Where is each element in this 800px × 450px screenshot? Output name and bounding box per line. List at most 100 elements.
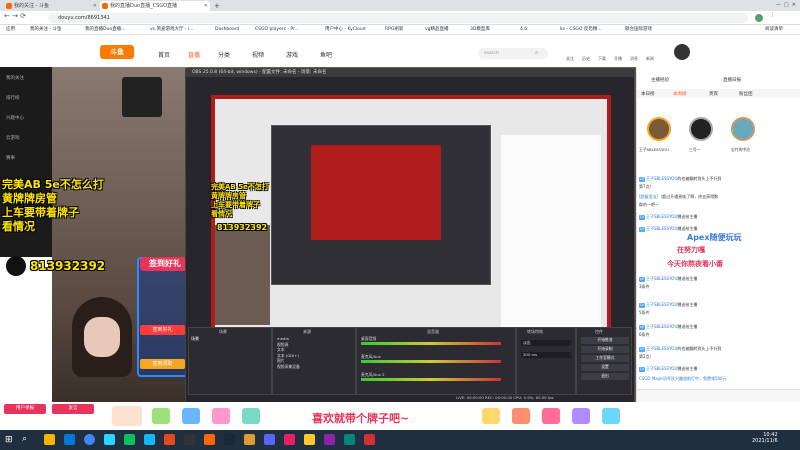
bookmark-item[interactable]: 联合国际游戏 <box>625 26 652 34</box>
exit-button[interactable]: 退出 <box>581 373 629 380</box>
gift-item[interactable] <box>182 408 200 424</box>
app-icon[interactable] <box>204 434 215 445</box>
gift-item[interactable] <box>602 408 620 424</box>
anchor-exp[interactable]: 主播经验 <box>651 77 669 83</box>
gift-item[interactable] <box>112 406 142 426</box>
windows-start-icon[interactable]: ⊞ <box>5 435 13 445</box>
sidebar-item-events[interactable]: 赛事 <box>6 155 15 161</box>
gift-item[interactable] <box>542 408 560 424</box>
claim-button[interactable]: 签到领取 <box>140 359 185 369</box>
controls-panel[interactable]: 控件 开始推流 开始录制 工作室模式 设置 退出 <box>576 327 632 395</box>
report-button[interactable]: 用户举报 <box>4 404 46 414</box>
header-message[interactable]: 消息 <box>630 56 638 62</box>
douyu-logo[interactable]: 斗鱼 <box>100 45 134 59</box>
search-icon[interactable]: ⌕ <box>22 434 27 444</box>
user-avatar[interactable] <box>674 44 690 60</box>
speak-button[interactable]: 发言 <box>52 404 94 414</box>
window-controls[interactable]: — □ ✕ <box>776 2 796 8</box>
sources-list[interactable]: media 视频源 文本 文本 (GDI+) 图片 视频采集设备 <box>277 336 300 369</box>
clock[interactable]: 10:42 2021/11/6 <box>752 432 778 444</box>
gift-item[interactable] <box>512 408 530 424</box>
gift-item[interactable] <box>242 408 260 424</box>
duration-input[interactable]: 300 ms <box>521 352 571 358</box>
app-icon[interactable] <box>344 434 355 445</box>
url-field[interactable]: douyu.com/8691341 <box>48 13 748 23</box>
bookmark-item[interactable]: Dashboard <box>215 26 239 34</box>
bookmark-item[interactable]: ks - CSGO 反恐精... <box>560 26 602 34</box>
app-icon[interactable] <box>324 434 335 445</box>
rank-avatar[interactable] <box>689 117 713 141</box>
transition-panel[interactable]: 转场特效 淡出 300 ms <box>516 327 576 395</box>
streamer-avatar[interactable] <box>122 77 162 117</box>
gift-item[interactable] <box>212 408 230 424</box>
obs-icon[interactable] <box>184 434 195 445</box>
menu-icon[interactable]: ⋮ <box>770 12 775 18</box>
scenes-panel[interactable]: 场景 场景 <box>188 327 272 395</box>
qq-icon[interactable] <box>144 434 155 445</box>
explorer-icon[interactable] <box>44 434 55 445</box>
studio-mode-button[interactable]: 工作室模式 <box>581 355 629 362</box>
steam-icon[interactable] <box>224 434 235 445</box>
app-icon[interactable] <box>104 434 115 445</box>
bookmark-item[interactable]: vs.简爱游戏大厅 - i... <box>150 26 193 34</box>
new-tab-button[interactable]: + <box>212 1 224 11</box>
bookmark-item[interactable]: 3D模型库 <box>470 26 490 34</box>
start-recording-button[interactable]: 开始录制 <box>581 346 629 353</box>
wechat-icon[interactable] <box>124 434 135 445</box>
rank-avatar[interactable] <box>731 117 755 141</box>
tab-weekly[interactable]: 本周榜 <box>673 91 687 97</box>
mail-icon[interactable] <box>64 434 75 445</box>
tab-daily[interactable]: 本日榜 <box>641 91 655 97</box>
nav-buttons[interactable]: ← → ⟳ <box>4 12 26 20</box>
bookmark-item[interactable]: 我的直播Duo直播... <box>85 26 125 34</box>
sidebar-item-cloud[interactable]: 云游戏 <box>6 135 20 141</box>
mixer-panel[interactable]: 混音器 桌面音频 麦克风/Aux 麦克风/Aux 2 <box>356 327 516 395</box>
sidebar-item-rank[interactable]: 排行榜 <box>6 95 20 101</box>
bookmark-item[interactable]: vg精品直播 <box>425 26 449 34</box>
sign-in-button[interactable]: 签到好礼 <box>140 325 185 335</box>
tab-following[interactable]: 我的关注 - 斗鱼 ✕ <box>4 1 99 11</box>
header-history[interactable]: 历史 <box>582 56 590 62</box>
bookmark-item[interactable]: CSGO players - Pr... <box>255 26 299 34</box>
sidebar-item-follow[interactable]: 我的关注 <box>6 75 24 81</box>
app-icon[interactable] <box>364 434 375 445</box>
bookmark-item[interactable]: 阅读清单 <box>765 26 783 34</box>
source-item[interactable]: 视频采集设备 <box>277 364 300 370</box>
gift-item[interactable] <box>482 408 500 424</box>
nav-category[interactable]: 分类 <box>218 50 230 59</box>
close-icon[interactable]: ✕ <box>93 1 97 11</box>
chat-input[interactable] <box>637 389 800 402</box>
nav-video[interactable]: 视频 <box>252 50 264 59</box>
bookmark-item[interactable]: 4.6 <box>520 26 527 34</box>
rank-avatar[interactable] <box>647 117 671 141</box>
nav-home[interactable]: 首页 <box>158 50 170 59</box>
app-icon[interactable] <box>284 434 295 445</box>
tab-fans[interactable]: 粉丝团 <box>739 91 753 97</box>
obs-window[interactable]: OBS 25.0.8 (64-bit, windows) - 配置文件: 未命名… <box>185 68 635 403</box>
daily-report[interactable]: 直播日报 <box>723 77 741 83</box>
bookmark-item[interactable]: 用户中心 - KyCloud <box>325 26 366 34</box>
app-icon[interactable] <box>304 434 315 445</box>
app-icon[interactable] <box>164 434 175 445</box>
csgo-icon[interactable] <box>244 434 255 445</box>
header-download[interactable]: 下载 <box>598 56 606 62</box>
nav-live[interactable]: 直播 <box>188 50 200 59</box>
header-follow[interactable]: 关注 <box>566 56 574 62</box>
settings-button[interactable]: 设置 <box>581 364 629 371</box>
close-icon[interactable]: ✕ <box>204 1 208 11</box>
nav-game[interactable]: 游戏 <box>286 50 298 59</box>
nav-fishbar[interactable]: 鱼吧 <box>320 50 332 59</box>
bookmark-item[interactable]: 应用 <box>6 26 15 34</box>
scene-item[interactable]: 场景 <box>191 336 199 342</box>
app-icon[interactable] <box>264 434 275 445</box>
start-streaming-button[interactable]: 开始推流 <box>581 337 629 344</box>
transition-select[interactable]: 淡出 <box>521 340 571 346</box>
header-news[interactable]: 新闻 <box>646 56 654 62</box>
bookmark-item[interactable]: RPG刷新 <box>385 26 403 34</box>
bookmark-item[interactable]: 我的关注 - 斗鱼 <box>30 26 61 34</box>
gift-item[interactable] <box>572 408 590 424</box>
search-icon[interactable]: ⌕ <box>535 49 538 57</box>
tab-vip[interactable]: 贵宾 <box>709 91 718 97</box>
gift-item[interactable] <box>152 408 170 424</box>
header-broadcast[interactable]: 开播 <box>614 56 622 62</box>
